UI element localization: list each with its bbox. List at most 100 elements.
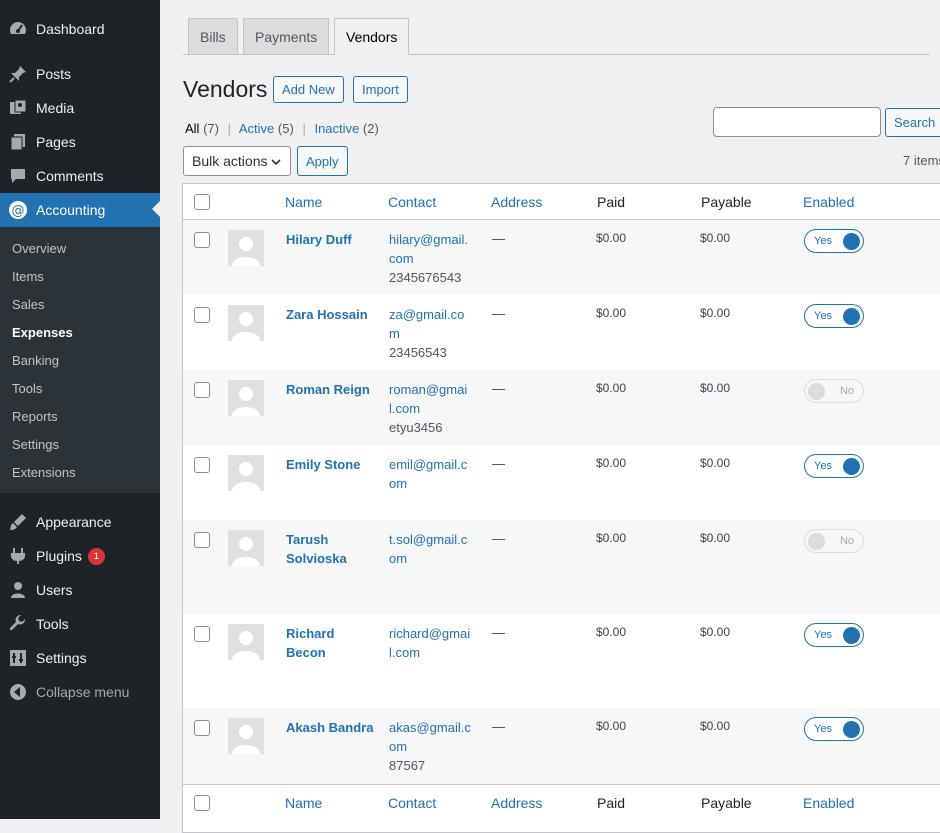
menu-accounting[interactable]: @ Accounting [0, 193, 160, 227]
column-name[interactable]: Name [285, 194, 322, 210]
vendor-address: — [492, 456, 505, 471]
toggle-label: Yes [814, 460, 832, 472]
vendor-email-link[interactable]: richard@gmail.com [389, 626, 470, 660]
column-address[interactable]: Address [491, 194, 542, 210]
vendor-name-link[interactable]: Richard Becon [286, 624, 376, 662]
row-checkbox[interactable] [194, 232, 210, 248]
vendor-address: — [492, 231, 505, 246]
select-all-checkbox-footer[interactable] [194, 795, 210, 811]
vendor-address: — [492, 306, 505, 321]
vendor-email-link[interactable]: t.sol@gmail.com [389, 532, 467, 566]
avatar [228, 230, 264, 266]
vendor-phone: 23456543 [389, 345, 447, 360]
search-button[interactable]: Search [885, 108, 940, 137]
vendor-contact: hilary@gmail.com 2345676543 [389, 230, 473, 287]
row-checkbox[interactable] [194, 307, 210, 323]
submenu-overview[interactable]: Overview [12, 241, 66, 256]
vendor-name-link[interactable]: Tarush Solvioska [286, 530, 376, 568]
submenu-expenses[interactable]: Expenses [12, 325, 73, 340]
toggle-knob [843, 458, 860, 475]
avatar [228, 718, 264, 754]
vendor-email-link[interactable]: hilary@gmail.com [389, 232, 468, 266]
column-contact[interactable]: Contact [388, 795, 436, 811]
row-checkbox[interactable] [194, 720, 210, 736]
enabled-toggle[interactable]: No [804, 529, 864, 553]
collapse-menu-button[interactable]: Collapse menu [0, 675, 160, 709]
enabled-toggle[interactable]: Yes [804, 717, 864, 741]
menu-plugins[interactable]: Plugins 1 [0, 539, 160, 573]
toggle-knob [843, 627, 860, 644]
vendor-paid: $0.00 [596, 456, 627, 470]
row-checkbox[interactable] [194, 532, 210, 548]
avatar [228, 305, 264, 341]
table-row: Hilary Duff hilary@gmail.com 2345676543 … [183, 220, 940, 295]
menu-pages[interactable]: Pages [0, 125, 160, 159]
column-name[interactable]: Name [285, 795, 322, 811]
enabled-toggle[interactable]: Yes [804, 229, 864, 253]
menu-users[interactable]: Users [0, 573, 160, 607]
submenu-extensions[interactable]: Extensions [12, 465, 76, 480]
submenu-items[interactable]: Items [12, 269, 44, 284]
column-enabled[interactable]: Enabled [803, 795, 854, 811]
filter-active[interactable]: Active [239, 121, 274, 136]
submenu-settings[interactable]: Settings [12, 437, 59, 452]
menu-comments[interactable]: Comments [0, 159, 160, 193]
row-checkbox[interactable] [194, 457, 210, 473]
menu-dashboard[interactable]: Dashboard [0, 12, 160, 46]
vendor-address: — [492, 625, 505, 640]
enabled-toggle[interactable]: No [804, 379, 864, 403]
vendor-phone: 87567 [389, 758, 426, 773]
vendor-contact: richard@gmail.com [389, 624, 473, 662]
tab-vendors[interactable]: Vendors [334, 18, 410, 55]
apply-button[interactable]: Apply [297, 146, 348, 176]
toggle-knob [843, 308, 860, 325]
vendor-contact: akas@gmail.com 87567 [389, 718, 473, 775]
row-checkbox[interactable] [194, 382, 210, 398]
vendor-payable: $0.00 [700, 625, 731, 639]
menu-label: Tools [36, 616, 69, 632]
vendor-name-link[interactable]: Akash Bandra [286, 718, 376, 737]
avatar [228, 530, 264, 566]
search-input[interactable] [713, 107, 881, 137]
column-contact[interactable]: Contact [388, 194, 436, 210]
column-address[interactable]: Address [491, 795, 542, 811]
vendor-name-link[interactable]: Emily Stone [286, 455, 376, 474]
filter-inactive[interactable]: Inactive [314, 121, 359, 136]
menu-label: Comments [36, 168, 104, 184]
menu-appearance[interactable]: Appearance [0, 505, 160, 539]
enabled-toggle[interactable]: Yes [804, 454, 864, 478]
import-button[interactable]: Import [353, 76, 408, 103]
add-new-button[interactable]: Add New [273, 76, 344, 103]
filter-all-count: (7) [203, 121, 219, 136]
pages-icon [8, 132, 28, 152]
filter-all[interactable]: All [185, 121, 199, 136]
select-all-checkbox[interactable] [194, 194, 210, 210]
table-row: Akash Bandra akas@gmail.com 87567 — $0.0… [183, 708, 940, 784]
vendor-email-link[interactable]: za@gmail.com [389, 307, 464, 341]
bulk-actions-select[interactable]: Bulk actions [183, 146, 291, 176]
vendor-name-link[interactable]: Roman Reign [286, 380, 376, 399]
row-checkbox[interactable] [194, 626, 210, 642]
toggle-label: No [839, 385, 854, 397]
submenu-reports[interactable]: Reports [12, 409, 58, 424]
pin-icon [8, 64, 28, 84]
menu-tools[interactable]: Tools [0, 607, 160, 641]
menu-posts[interactable]: Posts [0, 57, 160, 91]
vendor-name-link[interactable]: Hilary Duff [286, 230, 376, 249]
tab-bills[interactable]: Bills [188, 18, 238, 55]
vendor-email-link[interactable]: emil@gmail.com [389, 457, 467, 491]
enabled-toggle[interactable]: Yes [804, 304, 864, 328]
menu-media[interactable]: Media [0, 91, 160, 125]
vendor-name-link[interactable]: Zara Hossain [286, 305, 376, 324]
enabled-toggle[interactable]: Yes [804, 623, 864, 647]
status-filters: All (7) | Active (5) | Inactive (2) [185, 121, 379, 136]
vendor-email-link[interactable]: roman@gmail.com [389, 382, 467, 416]
wrench-icon [8, 614, 28, 634]
submenu-banking[interactable]: Banking [12, 353, 59, 368]
vendor-email-link[interactable]: akas@gmail.com [389, 720, 471, 754]
column-enabled[interactable]: Enabled [803, 194, 854, 210]
submenu-tools[interactable]: Tools [12, 381, 42, 396]
tab-payments[interactable]: Payments [243, 18, 330, 55]
submenu-sales[interactable]: Sales [12, 297, 45, 312]
menu-settings[interactable]: Settings [0, 641, 160, 675]
